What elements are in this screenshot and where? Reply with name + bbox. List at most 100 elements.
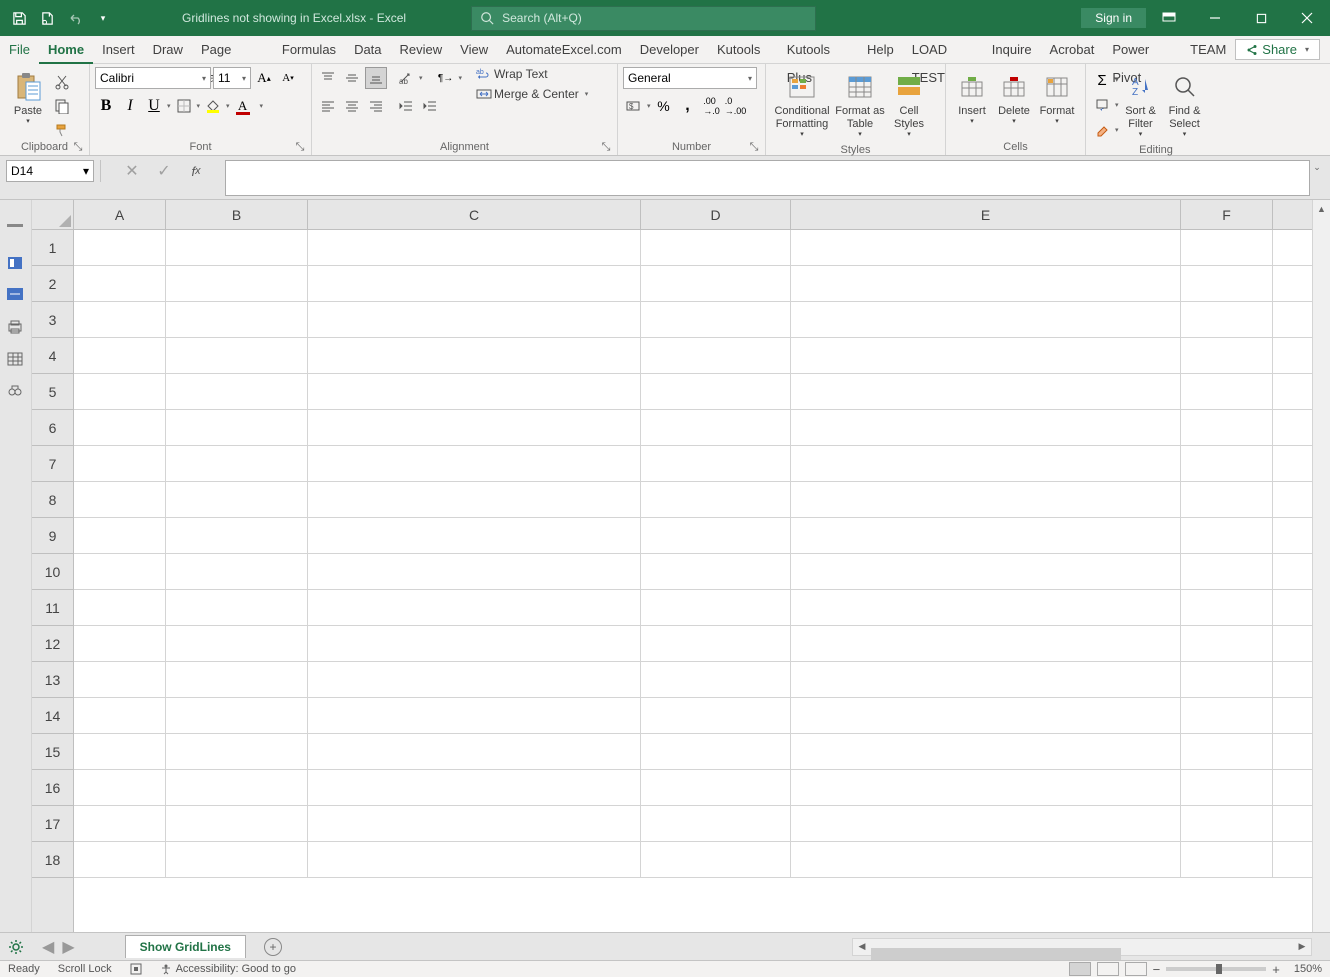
- cell[interactable]: [74, 590, 166, 625]
- comma-icon[interactable]: ,: [677, 95, 699, 117]
- paste-button[interactable]: Paste ▾: [5, 67, 51, 131]
- decrease-decimal-icon[interactable]: .0→.00: [725, 95, 747, 117]
- cell[interactable]: [1181, 518, 1273, 553]
- underline-button[interactable]: U: [143, 95, 165, 117]
- font-size-combo[interactable]: 11▾: [213, 67, 251, 89]
- vertical-scrollbar[interactable]: ▲: [1312, 200, 1330, 932]
- italic-button[interactable]: I: [119, 95, 141, 117]
- number-format-combo[interactable]: General▾: [623, 67, 757, 89]
- merge-center-button[interactable]: Merge & Center ▾: [476, 87, 588, 101]
- cell[interactable]: [74, 842, 166, 877]
- cell[interactable]: [791, 446, 1181, 481]
- cell[interactable]: [74, 806, 166, 841]
- cell[interactable]: [791, 482, 1181, 517]
- cell[interactable]: [166, 842, 308, 877]
- tab-kutools[interactable]: Kutools ™: [708, 36, 778, 64]
- cell[interactable]: [1181, 698, 1273, 733]
- align-left-icon[interactable]: [317, 95, 339, 117]
- autosave-icon[interactable]: [38, 9, 56, 27]
- cell[interactable]: [74, 662, 166, 697]
- cell[interactable]: [308, 302, 641, 337]
- zoom-in-button[interactable]: +: [1272, 962, 1280, 977]
- cell[interactable]: [74, 230, 166, 265]
- cell[interactable]: [641, 518, 791, 553]
- cell[interactable]: [74, 482, 166, 517]
- cells-area[interactable]: [74, 230, 1312, 932]
- row-header[interactable]: 5: [32, 374, 73, 410]
- cell[interactable]: [791, 770, 1181, 805]
- tab-page-layout[interactable]: Page Layout: [192, 36, 273, 64]
- column-header[interactable]: D: [641, 200, 791, 229]
- row-header[interactable]: 17: [32, 806, 73, 842]
- tab-developer[interactable]: Developer: [631, 36, 708, 64]
- cell[interactable]: [791, 266, 1181, 301]
- cell[interactable]: [791, 842, 1181, 877]
- row-header[interactable]: 10: [32, 554, 73, 590]
- cell[interactable]: [1181, 662, 1273, 697]
- cell[interactable]: [308, 374, 641, 409]
- clear-icon[interactable]: [1091, 119, 1113, 141]
- decrease-indent-icon[interactable]: [395, 95, 417, 117]
- column-header[interactable]: C: [308, 200, 641, 229]
- conditional-formatting-button[interactable]: Conditional Formatting▾: [771, 67, 833, 144]
- expand-formula-bar-icon[interactable]: ⌄: [1310, 160, 1324, 173]
- ltr-icon[interactable]: ¶→: [435, 67, 457, 89]
- cell[interactable]: [791, 518, 1181, 553]
- copy-icon[interactable]: [51, 95, 73, 117]
- cell[interactable]: [166, 734, 308, 769]
- column-header[interactable]: F: [1181, 200, 1273, 229]
- cell[interactable]: [308, 446, 641, 481]
- cell[interactable]: [791, 590, 1181, 625]
- cell[interactable]: [1181, 338, 1273, 373]
- settings-gear-icon[interactable]: [0, 938, 32, 956]
- cell[interactable]: [74, 266, 166, 301]
- cell[interactable]: [308, 806, 641, 841]
- increase-decimal-icon[interactable]: .00→.0: [701, 95, 723, 117]
- cell[interactable]: [791, 410, 1181, 445]
- cell[interactable]: [641, 842, 791, 877]
- insert-cells-button[interactable]: Insert▾: [951, 67, 993, 131]
- cell[interactable]: [641, 806, 791, 841]
- tab-loadtest[interactable]: LOAD TEST: [903, 36, 983, 64]
- row-header[interactable]: 6: [32, 410, 73, 446]
- formula-input[interactable]: [225, 160, 1310, 196]
- row-header[interactable]: 9: [32, 518, 73, 554]
- tab-home[interactable]: Home: [39, 36, 93, 64]
- cell[interactable]: [641, 662, 791, 697]
- column-header[interactable]: A: [74, 200, 166, 229]
- cell[interactable]: [166, 590, 308, 625]
- enter-icon[interactable]: ✓: [153, 160, 175, 182]
- cell-styles-button[interactable]: Cell Styles▾: [887, 67, 931, 144]
- decrease-font-icon[interactable]: A▾: [277, 67, 299, 89]
- increase-font-icon[interactable]: A▴: [253, 67, 275, 89]
- cell[interactable]: [641, 374, 791, 409]
- sheet-nav-prev-icon[interactable]: ◀: [42, 937, 54, 957]
- select-all-corner[interactable]: [32, 200, 74, 230]
- cell[interactable]: [791, 554, 1181, 589]
- tab-view[interactable]: View: [451, 36, 497, 64]
- cell[interactable]: [641, 446, 791, 481]
- cell[interactable]: [791, 302, 1181, 337]
- name-box[interactable]: D14▾: [6, 160, 94, 182]
- qat-more-icon[interactable]: ▾: [94, 9, 112, 27]
- cell[interactable]: [308, 590, 641, 625]
- cell[interactable]: [1181, 590, 1273, 625]
- row-header[interactable]: 7: [32, 446, 73, 482]
- add-sheet-button[interactable]: +: [264, 938, 282, 956]
- cell[interactable]: [166, 374, 308, 409]
- cell[interactable]: [641, 230, 791, 265]
- cell[interactable]: [308, 626, 641, 661]
- save-icon[interactable]: [10, 9, 28, 27]
- cell[interactable]: [74, 374, 166, 409]
- cell[interactable]: [166, 482, 308, 517]
- cut-icon[interactable]: [51, 71, 73, 93]
- percent-icon[interactable]: %: [653, 95, 675, 117]
- format-painter-icon[interactable]: [51, 119, 73, 141]
- cell[interactable]: [166, 554, 308, 589]
- cell[interactable]: [166, 806, 308, 841]
- close-button[interactable]: [1284, 0, 1330, 36]
- cell[interactable]: [1181, 554, 1273, 589]
- align-right-icon[interactable]: [365, 95, 387, 117]
- cell[interactable]: [166, 266, 308, 301]
- view-normal-icon[interactable]: [1069, 962, 1091, 976]
